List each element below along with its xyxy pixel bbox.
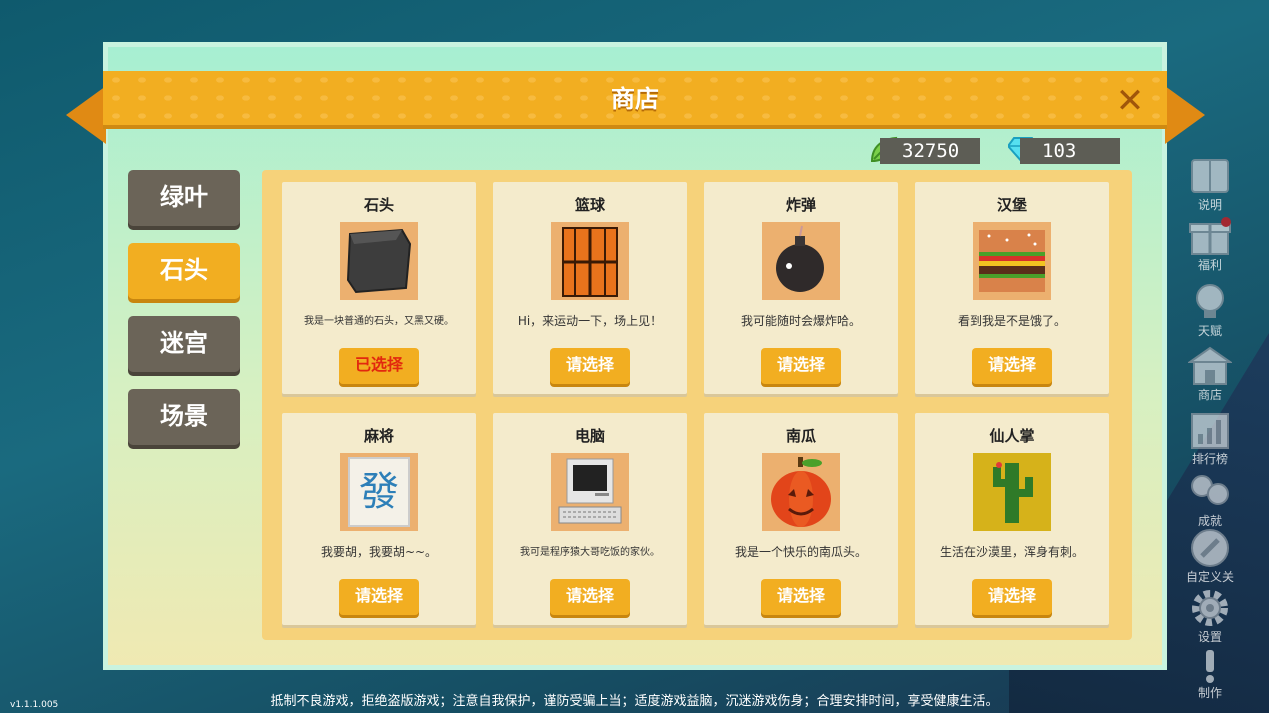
select-button[interactable]: 请选择	[339, 579, 419, 615]
select-button[interactable]: 请选择	[761, 348, 841, 384]
basketball-icon	[551, 222, 629, 300]
bomb-icon	[762, 222, 840, 300]
close-x-icon[interactable]: ✕	[1114, 84, 1146, 118]
item-card-computer: 电脑 我可是程序猿大哥吃饭的家伙。 请选择	[493, 413, 687, 625]
item-name: 仙人掌	[989, 427, 1035, 445]
select-button[interactable]: 已选择	[339, 348, 419, 384]
chart-icon	[1191, 413, 1229, 449]
select-button[interactable]: 请选择	[550, 348, 630, 384]
item-desc: 我可能随时会爆炸哈。	[740, 314, 861, 328]
book-icon	[1191, 159, 1229, 193]
item-card-mahjong: 麻将 發 我要胡，我要胡~~。 请选择	[282, 413, 476, 625]
mahjong-icon: 發	[340, 453, 418, 531]
tab-stone[interactable]: 石头	[128, 243, 240, 299]
diamond-count: 103	[1020, 138, 1120, 164]
item-card-cactus: 仙人掌 生活在沙漠里，浑身有刺。 请选择	[915, 413, 1109, 625]
side-menu-help[interactable]: 说明	[1184, 156, 1236, 213]
cactus-icon	[973, 453, 1051, 531]
side-menu-welfare[interactable]: 福利	[1184, 216, 1236, 273]
item-name: 南瓜	[785, 427, 816, 445]
shop-header: 商店	[103, 71, 1167, 129]
select-button[interactable]: 请选择	[550, 579, 630, 615]
item-name: 麻将	[363, 427, 394, 445]
item-desc: 生活在沙漠里，浑身有刺。	[939, 545, 1084, 559]
mahjong-tile: 發	[348, 457, 410, 527]
shop-icon	[1188, 346, 1232, 385]
item-card-burger: 汉堡 看到我是不是饿了。 请选择	[915, 182, 1109, 394]
side-menu-talent[interactable]: 天赋	[1184, 282, 1236, 339]
computer-icon	[551, 453, 629, 531]
item-name: 篮球	[574, 196, 605, 214]
shop-title: 商店	[611, 85, 659, 113]
select-button[interactable]: 请选择	[972, 579, 1052, 615]
item-grid: 石头 我是一块普通的石头，又黑又硬。 已选择 篮球 Hi，来运动一下，场上见！ …	[262, 170, 1132, 640]
side-menu-label: 福利	[1197, 258, 1222, 272]
item-desc: 我可是程序猿大哥吃饭的家伙。	[520, 547, 660, 558]
version-label: v1.1.1.005	[10, 700, 59, 710]
gift-icon	[1189, 217, 1231, 255]
health-notice: 抵制不良游戏，拒绝盗版游戏；注意自我保护，谨防受骗上当；适度游戏益脑，沉迷游戏伤…	[270, 694, 999, 709]
side-menu-ranking[interactable]: 排行榜	[1184, 410, 1236, 467]
bulb-icon	[1196, 284, 1224, 318]
leaf-count: 32750	[880, 138, 980, 164]
item-name: 石头	[363, 196, 394, 214]
item-card-stone: 石头 我是一块普通的石头，又黑又硬。 已选择	[282, 182, 476, 394]
side-menu-settings[interactable]: 设置	[1184, 588, 1236, 645]
item-card-pumpkin: 南瓜 我是一个快乐的南瓜头。 请选择	[704, 413, 898, 625]
side-menu-custom-level[interactable]: 自定义关	[1184, 528, 1236, 585]
tab-scene[interactable]: 场景	[128, 389, 240, 445]
ribbon-right	[1165, 86, 1205, 144]
side-menu-label: 自定义关	[1185, 570, 1234, 584]
side-menu-achievement[interactable]: 成就	[1184, 472, 1236, 529]
item-name: 汉堡	[996, 196, 1027, 214]
item-card-basketball: 篮球 Hi，来运动一下，场上见！ 请选择	[493, 182, 687, 394]
tab-leaves[interactable]: 绿叶	[128, 170, 240, 226]
gear-icon	[1192, 590, 1228, 626]
item-card-bomb: 炸弹 我可能随时会爆炸哈。 请选择	[704, 182, 898, 394]
tab-maze[interactable]: 迷宫	[128, 316, 240, 372]
side-menu-label: 说明	[1197, 198, 1222, 212]
side-menu-label: 商店	[1197, 388, 1222, 402]
pencil-icon	[1191, 529, 1229, 567]
medal-icon	[1191, 475, 1229, 505]
select-button[interactable]: 请选择	[761, 579, 841, 615]
item-name: 炸弹	[785, 196, 816, 214]
side-menu-label: 排行榜	[1191, 452, 1228, 466]
burger-icon	[973, 222, 1051, 300]
select-button[interactable]: 请选择	[972, 348, 1052, 384]
item-desc: 看到我是不是饿了。	[957, 314, 1066, 328]
item-desc: 我是一个快乐的南瓜头。	[734, 545, 867, 559]
item-name: 电脑	[574, 427, 605, 445]
item-desc: Hi，来运动一下，场上见！	[517, 314, 663, 328]
ribbon-left	[66, 86, 106, 144]
side-menu-shop[interactable]: 商店	[1184, 346, 1236, 403]
pumpkin-icon	[762, 453, 840, 531]
side-menu-label: 天赋	[1197, 324, 1222, 338]
side-menu-label: 设置	[1197, 630, 1222, 644]
stone-icon	[340, 222, 418, 300]
item-desc: 我是一块普通的石头，又黑又硬。	[304, 316, 454, 327]
side-menu-label: 成就	[1197, 514, 1222, 528]
item-desc: 我要胡，我要胡~~。	[320, 545, 438, 559]
exclamation-icon	[1206, 650, 1214, 683]
